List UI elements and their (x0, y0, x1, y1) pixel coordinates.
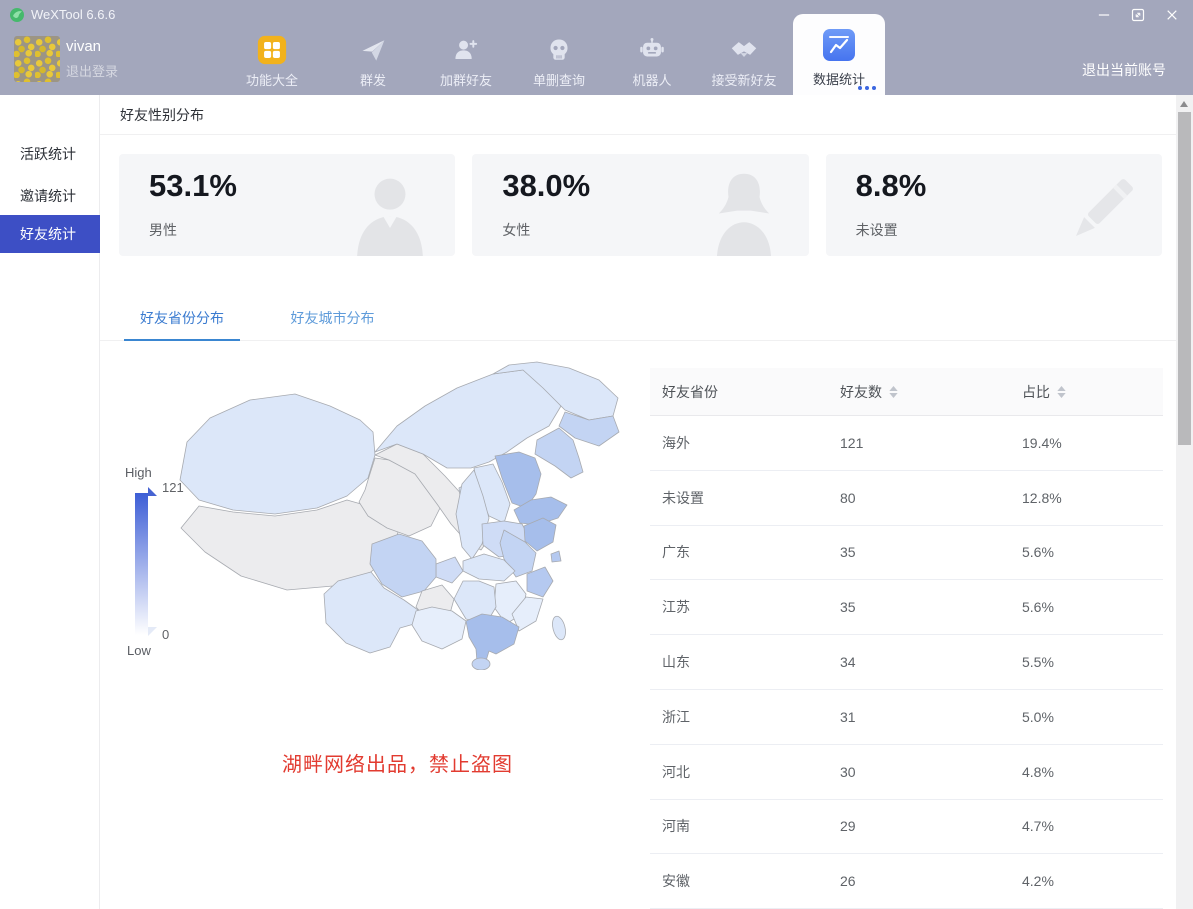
logout-link[interactable]: 退出登录 (66, 61, 118, 80)
card-label: 男性 (149, 220, 177, 240)
tab-province-distribution[interactable]: 好友省份分布 (124, 300, 240, 340)
logout-account-button[interactable]: 退出当前账号 (1082, 60, 1166, 80)
sidebar-item-friend-stats[interactable]: 好友统计 (0, 215, 100, 253)
paper-plane-icon (360, 34, 386, 66)
legend-low-label: Low (127, 643, 151, 658)
male-silhouette-icon (351, 168, 429, 256)
table-row: 安徽 26 4.2% (650, 854, 1163, 909)
table-row: 河南 29 4.7% (650, 800, 1163, 855)
table-row: 海外 121 19.4% (650, 416, 1163, 471)
card-label: 女性 (502, 220, 530, 240)
gender-card-female: 38.0% 女性 (472, 154, 808, 256)
toolbar-item-label: 功能大全 (246, 70, 298, 89)
sort-icon[interactable] (1057, 386, 1066, 398)
table-row: 山东 34 5.5% (650, 635, 1163, 690)
toolbar-item-label: 机器人 (632, 70, 671, 89)
toolbar-item-robot[interactable]: 机器人 (606, 30, 698, 93)
topbar: WeXTool 6.6.6 vivan 退出登录 (0, 0, 1193, 95)
province-taiwan[interactable] (550, 615, 567, 641)
window-title: WeXTool 6.6.6 (31, 7, 115, 22)
add-friend-icon (453, 34, 479, 66)
female-silhouette-icon (705, 168, 783, 256)
pencil-icon (1058, 168, 1144, 254)
legend-min-value: 0 (162, 627, 169, 642)
sidebar-item-invite-stats[interactable]: 邀请统计 (0, 177, 100, 215)
card-label: 未设置 (856, 220, 898, 240)
skull-icon (546, 34, 572, 66)
province-table: 好友省份 好友数 占比 海外 121 (650, 368, 1163, 909)
province-guangxi[interactable] (412, 607, 466, 649)
robot-icon (639, 34, 665, 66)
grid-icon (257, 34, 287, 66)
legend-handle-top[interactable] (148, 487, 157, 496)
legend-handle-bottom[interactable] (148, 627, 157, 636)
legend-gradient-bar[interactable] (135, 493, 148, 635)
column-header-province: 好友省份 (650, 382, 828, 402)
sidebar-item-active-stats[interactable]: 活跃统计 (0, 135, 100, 173)
province-chongqing[interactable] (436, 557, 463, 583)
user-avatar[interactable] (14, 36, 60, 82)
gender-card-unset: 8.8% 未设置 (826, 154, 1162, 256)
tab-city-distribution[interactable]: 好友城市分布 (274, 300, 390, 340)
toolbar-item-label: 单删查询 (533, 70, 585, 89)
distribution-tabs: 好友省份分布 好友城市分布 (100, 300, 1176, 341)
card-percent: 8.8% (856, 168, 927, 204)
table-row: 未设置 80 12.8% (650, 471, 1163, 526)
sidebar: 活跃统计 邀请统计 好友统计 (0, 95, 100, 909)
scrollbar-thumb[interactable] (1178, 112, 1191, 445)
table-row: 河北 30 4.8% (650, 745, 1163, 800)
maximize-button[interactable] (1123, 6, 1153, 24)
table-header-row: 好友省份 好友数 占比 (650, 368, 1163, 416)
table-row: 浙江 31 5.0% (650, 690, 1163, 745)
column-header-friend-count: 好友数 (828, 382, 1010, 402)
section-title: 好友性别分布 (100, 95, 1176, 135)
minimize-button[interactable] (1089, 6, 1119, 24)
toolbar-item-single-delete-query[interactable]: 单删查询 (513, 30, 605, 93)
card-percent: 53.1% (149, 168, 237, 204)
vertical-scrollbar[interactable] (1176, 95, 1193, 909)
table-row: 广东 35 5.6% (650, 526, 1163, 581)
app-logo-icon (9, 7, 25, 23)
table-row: 江苏 35 5.6% (650, 580, 1163, 635)
toolbar-item-add-group-friends[interactable]: 加群好友 (420, 30, 512, 93)
sort-icon[interactable] (889, 386, 898, 398)
toolbar-item-data-statistics[interactable]: 数据统计 (793, 14, 885, 95)
column-header-percentage: 占比 (1010, 382, 1163, 402)
toolbar-item-label: 接受新好友 (711, 70, 776, 89)
wextool-window: WeXTool 6.6.6 vivan 退出登录 (0, 0, 1193, 909)
titlebar[interactable]: WeXTool 6.6.6 (0, 0, 1193, 28)
toolbar-item-accept-new-friends[interactable]: 接受新好友 (698, 30, 790, 93)
gender-card-male: 53.1% 男性 (119, 154, 455, 256)
china-choropleth-map[interactable] (175, 360, 640, 670)
handshake-icon (730, 34, 758, 66)
province-hainan[interactable] (472, 658, 490, 670)
watermark-text: 湖畔网络出品，禁止盗图 (175, 748, 620, 777)
toolbar-item-features[interactable]: 功能大全 (226, 30, 318, 93)
scrollbar-up-arrow-icon[interactable] (1180, 101, 1188, 107)
province-shanghai[interactable] (551, 551, 561, 562)
close-button[interactable] (1157, 6, 1187, 24)
toolbar-item-mass-send[interactable]: 群发 (327, 30, 419, 93)
legend-high-label: High (125, 465, 152, 480)
toolbar-item-label: 群发 (360, 70, 386, 89)
section-header: 好友性别分布 (100, 95, 1176, 135)
user-name: vivan (66, 38, 101, 55)
toolbar-item-label: 加群好友 (440, 70, 492, 89)
province-xinjiang[interactable] (180, 394, 375, 514)
more-dots-icon[interactable] (858, 86, 876, 90)
main-content: 好友性别分布 53.1% 男性 38.0% 女性 (100, 95, 1176, 909)
card-percent: 38.0% (502, 168, 590, 204)
stats-chart-icon (822, 22, 856, 62)
gender-cards: 53.1% 男性 38.0% 女性 8.8% 未设置 (119, 154, 1162, 256)
